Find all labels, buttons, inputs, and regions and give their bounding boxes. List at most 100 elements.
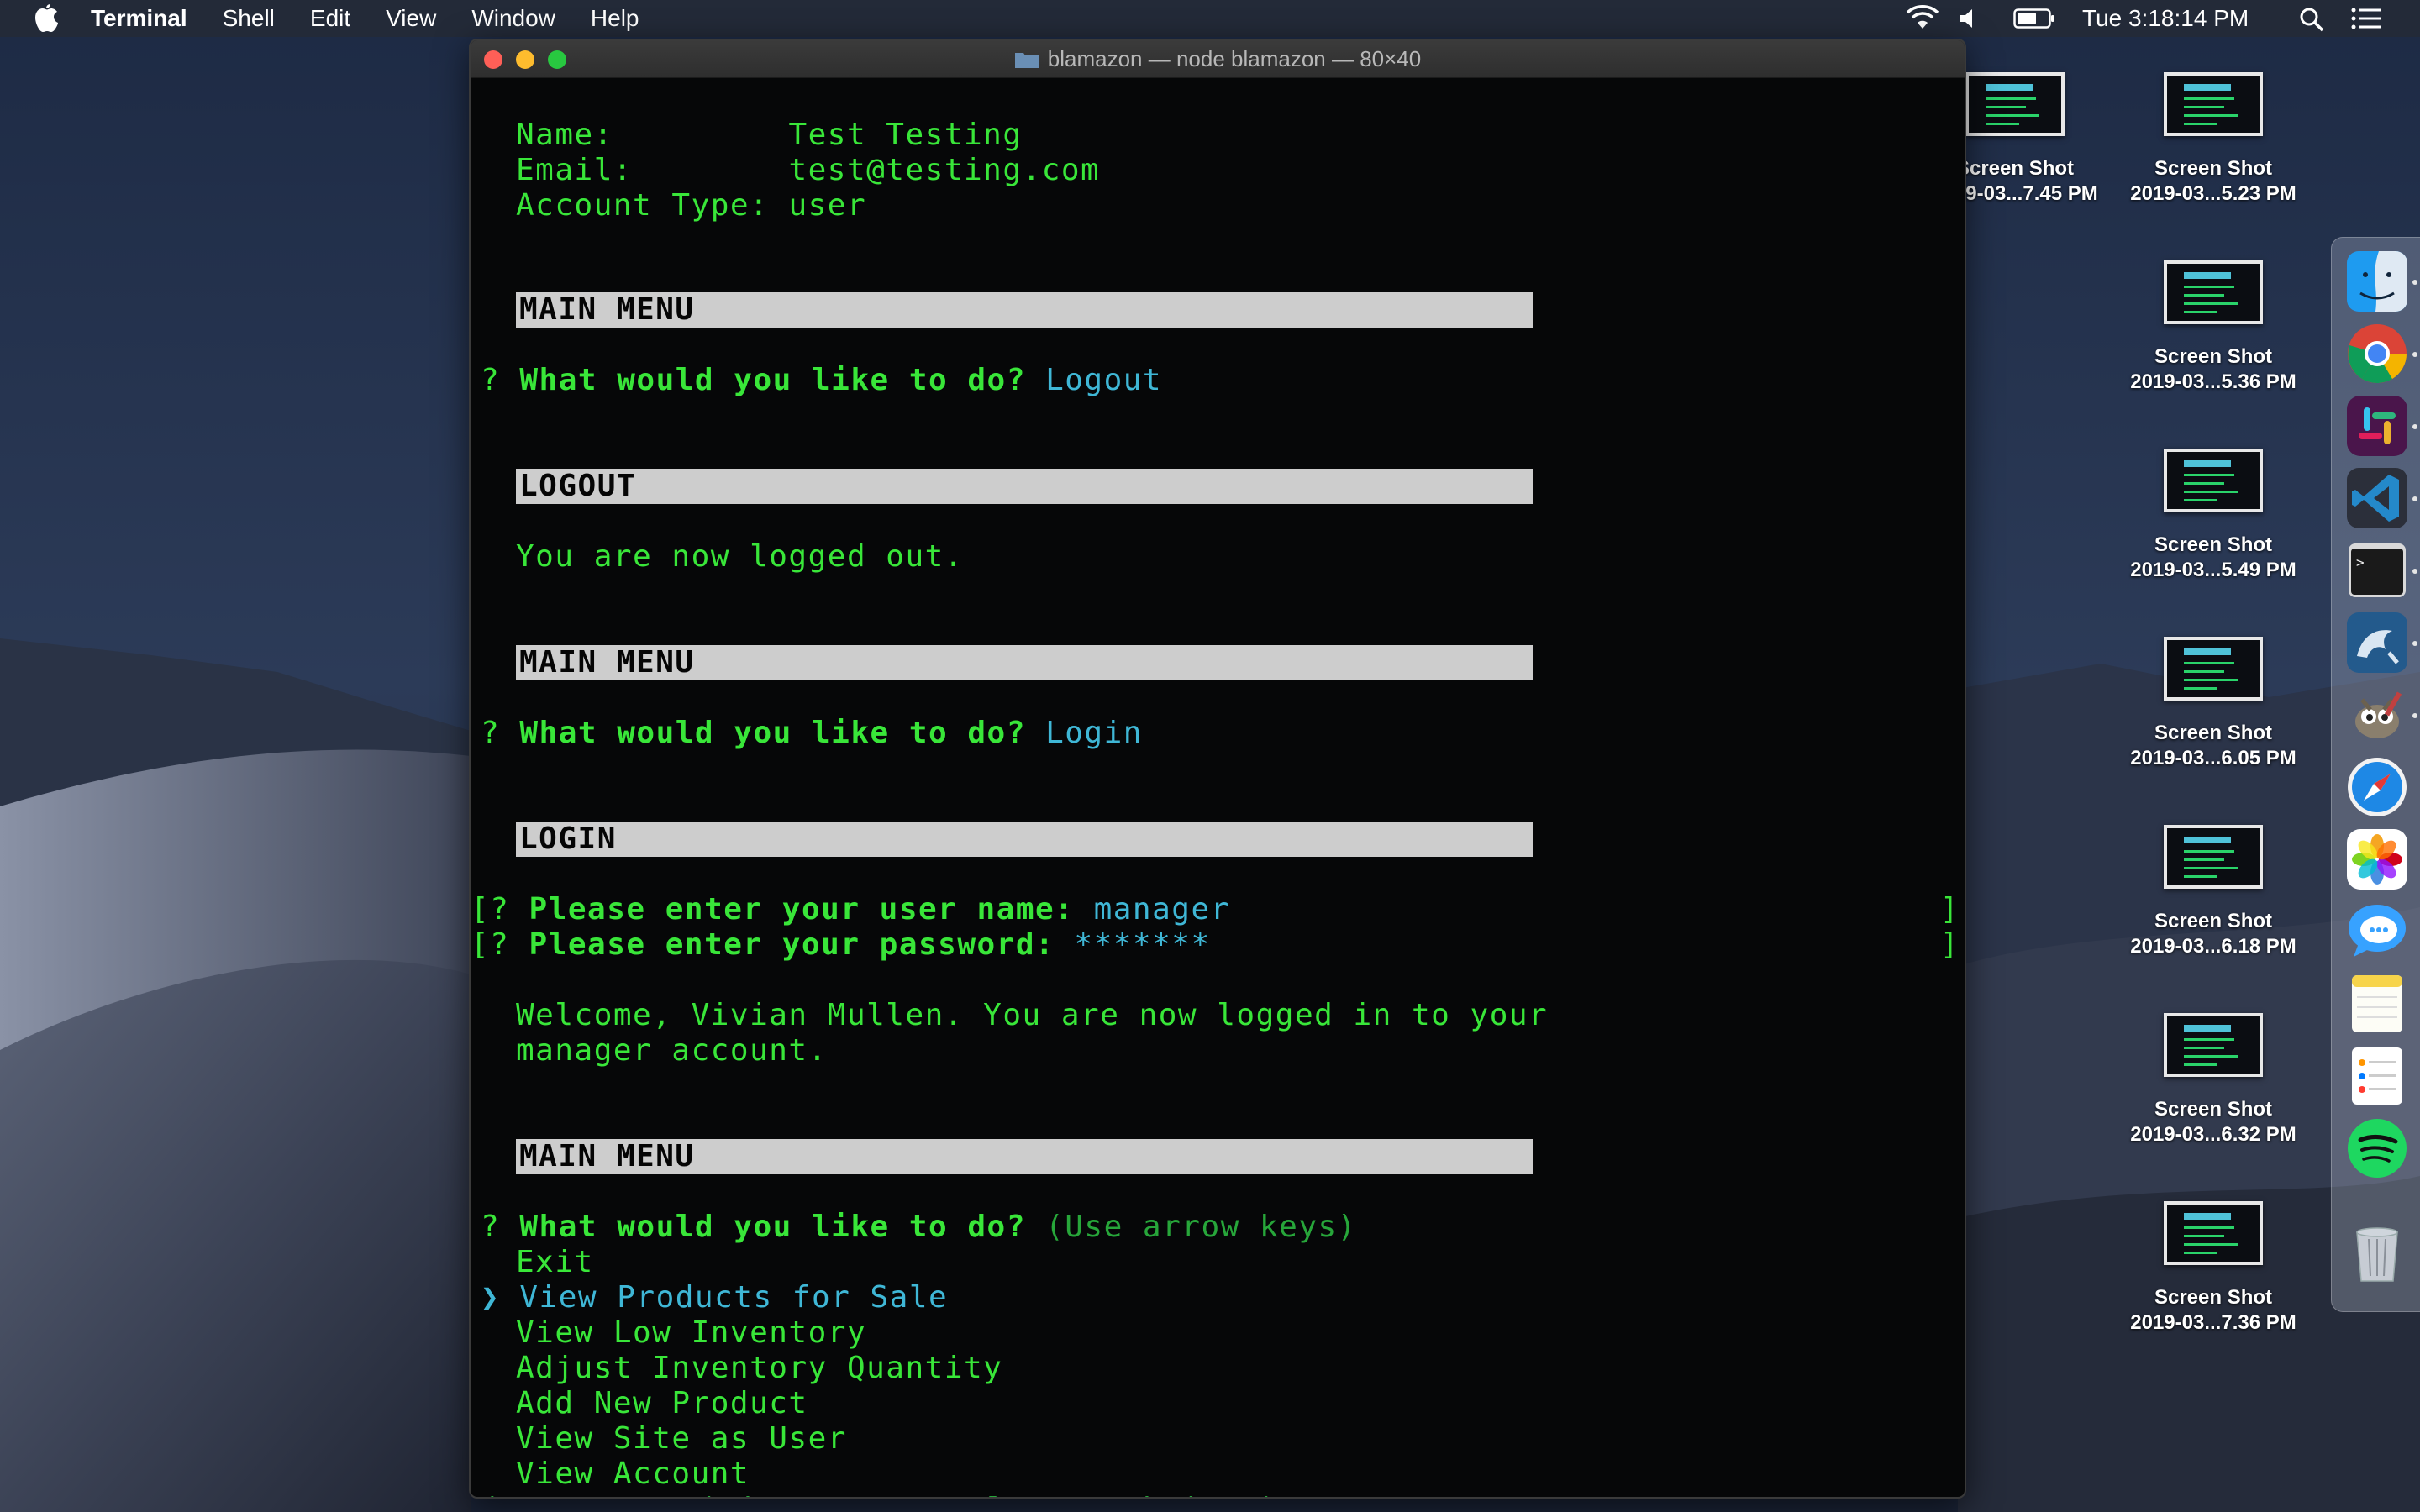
screenshot-thumbnail (2164, 72, 2263, 136)
account-type-line: Account Type: user (516, 188, 866, 223)
apple-menu-icon[interactable] (32, 3, 60, 34)
menu-window[interactable]: Window (471, 5, 555, 32)
section-header-logout: LOGOUT (516, 469, 1533, 504)
menu-choice-label: View Products for Sale (519, 1280, 949, 1315)
username-prompt-line: [? Please enter your user name: manager (471, 892, 1230, 927)
prompt-marker: [? (471, 892, 529, 927)
menu-edit[interactable]: Edit (310, 5, 350, 32)
screenshot-thumbnail (1965, 72, 2065, 136)
account-name-label: Name: (516, 118, 789, 152)
desktop-screenshot-file[interactable]: Screen Shot 2019-03...6.32 PM (2104, 1013, 2323, 1147)
desktop-screenshot-file[interactable]: Screen Shot 2019-03...5.49 PM (2104, 449, 2323, 583)
prompt-question: What would you like to do? (519, 363, 1046, 397)
screenshot-thumbnail (2164, 1013, 2263, 1077)
terminal-screen[interactable]: Name: Test Testing Email: test@testing.c… (471, 77, 1965, 1497)
dock: >_ (2331, 237, 2420, 1312)
messages-icon[interactable] (2345, 900, 2409, 963)
gimp-icon[interactable] (2345, 683, 2409, 747)
account-type-value: user (788, 188, 867, 223)
file-name-line-1: Screen Shot (2154, 722, 2273, 744)
wifi-icon[interactable] (1906, 5, 1939, 32)
desktop-screenshot-file[interactable]: Screen Shot 2019-03...6.18 PM (2104, 825, 2323, 959)
account-name-value: Test Testing (788, 118, 1023, 152)
file-name-line-1: Screen Shot (2154, 910, 2273, 932)
prompt-hint: (Use arrow keys) (1045, 1210, 1357, 1244)
folder-icon (1014, 53, 1039, 68)
svg-text:>_: >_ (2356, 554, 2373, 570)
menu-choice-exit[interactable]: Exit (516, 1245, 594, 1280)
file-name-line-2: 2019-03...6.18 PM (2130, 935, 2296, 958)
screenshot-thumbnail (2164, 260, 2263, 324)
file-name-line-1: Screen Shot (2154, 1098, 2273, 1121)
file-name-line-1: Screen Shot (2154, 157, 2273, 180)
menu-choice-adjust-inventory[interactable]: Adjust Inventory Quantity (516, 1351, 1002, 1386)
account-email-label: Email: (516, 153, 789, 187)
safari-icon[interactable] (2345, 755, 2409, 819)
notification-center-icon[interactable] (2351, 8, 2381, 29)
section-header-main-menu: MAIN MENU (516, 292, 1533, 328)
window-title-text: blamazon — node blamazon — 80×40 (1047, 46, 1422, 71)
file-name-line-2: 2019-03...6.05 PM (2130, 747, 2296, 769)
menu-view[interactable]: View (386, 5, 436, 32)
prompt-question: What would you like to do? (519, 716, 1046, 750)
menu-choice-view-low-inventory[interactable]: View Low Inventory (516, 1315, 866, 1351)
mysql-workbench-icon[interactable] (2345, 611, 2409, 675)
section-header-main-menu: MAIN MENU (516, 1139, 1533, 1174)
spotify-icon[interactable] (2345, 1116, 2409, 1180)
photos-icon[interactable] (2345, 827, 2409, 891)
welcome-message-line-1: Welcome, Vivian Mullen. You are now logg… (516, 998, 1549, 1032)
window-title: blamazon — node blamazon — 80×40 (471, 40, 1965, 77)
menubar-clock[interactable]: Tue 3:18:14 PM (2082, 0, 2249, 37)
screenshot-thumbnail (2164, 637, 2263, 701)
reminders-icon[interactable] (2345, 1044, 2409, 1108)
dock-running-indicator (2412, 496, 2417, 501)
line-bracket: ] (1939, 892, 1960, 927)
password-question: Please enter your password: (529, 927, 1075, 962)
logged-out-message: You are now logged out. (516, 539, 964, 574)
vscode-icon[interactable] (2345, 466, 2409, 530)
prompt-line: ? What would you like to do? (Use arrow … (481, 1210, 1357, 1245)
finder-icon[interactable] (2345, 249, 2409, 313)
file-name-line-1: Screen Shot (2154, 1286, 2273, 1309)
prompt-marker: [? (471, 927, 529, 962)
screenshot-thumbnail (2164, 1201, 2263, 1265)
terminal-icon[interactable]: >_ (2345, 538, 2409, 602)
volume-icon[interactable] (1958, 7, 1981, 30)
line-bracket: ] (1939, 927, 1960, 962)
slack-icon[interactable] (2345, 394, 2409, 458)
account-email-value: test@testing.com (788, 153, 1101, 187)
window-titlebar[interactable]: blamazon — node blamazon — 80×40 (471, 40, 1965, 78)
battery-icon[interactable] (2013, 8, 2055, 29)
menu-bar: Terminal Shell Edit View Window Help Tue… (0, 0, 2420, 37)
dock-running-indicator (2412, 641, 2417, 646)
menu-choice-view-products-selected[interactable]: ❯ View Products for Sale (481, 1280, 948, 1315)
menu-choice-add-new-product[interactable]: Add New Product (516, 1386, 808, 1421)
file-name-line-2: 2019-03...6.32 PM (2130, 1123, 2296, 1146)
notes-icon[interactable] (2345, 972, 2409, 1036)
screenshot-thumbnail (2164, 825, 2263, 889)
password-answer: ******* (1074, 927, 1211, 962)
dock-running-indicator (2412, 713, 2417, 718)
menu-shell[interactable]: Shell (223, 5, 275, 32)
desktop-screenshot-file[interactable]: Screen Shot 2019-03...5.23 PM (2104, 72, 2323, 207)
prompt-marker: ? (481, 1210, 520, 1244)
dock-running-indicator (2412, 352, 2417, 357)
menu-choice-view-account[interactable]: View Account (516, 1457, 750, 1492)
section-header-login: LOGIN (516, 822, 1533, 857)
desktop-screenshot-file[interactable]: Screen Shot 2019-03...6.05 PM (2104, 637, 2323, 771)
welcome-message-line-2: manager account. (516, 1033, 828, 1068)
file-name-line-2: 2019-03...5.36 PM (2130, 370, 2296, 393)
prompt-question: What would you like to do? (519, 1210, 1046, 1244)
account-email-line: Email: test@testing.com (516, 153, 1100, 188)
menu-app-terminal[interactable]: Terminal (91, 5, 187, 32)
dock-running-indicator (2412, 280, 2417, 285)
menu-help[interactable]: Help (591, 5, 639, 32)
terminal-window[interactable]: blamazon — node blamazon — 80×40 Name: T… (469, 39, 1966, 1499)
desktop-screenshot-file[interactable]: Screen Shot 2019-03...5.36 PM (2104, 260, 2323, 395)
menu-choice-view-site-as-user[interactable]: View Site as User (516, 1421, 847, 1457)
trash-icon[interactable] (2345, 1221, 2409, 1284)
chrome-icon[interactable] (2345, 322, 2409, 386)
prompt-line: ? What would you like to do? Logout (481, 363, 1162, 398)
spotlight-search-icon[interactable] (2299, 7, 2324, 32)
desktop-screenshot-file[interactable]: Screen Shot 2019-03...7.36 PM (2104, 1201, 2323, 1336)
